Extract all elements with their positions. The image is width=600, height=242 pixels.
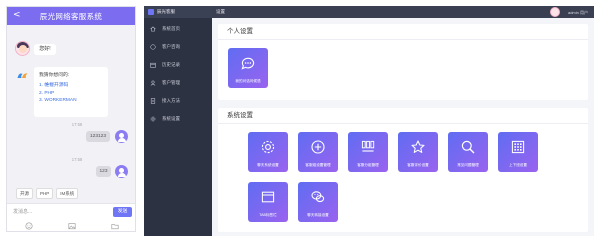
sidebar-item-label: 历史记录	[162, 62, 180, 67]
tile-label: 聊天系统设置	[257, 163, 279, 167]
sidebar-item-label: 系统首页	[162, 26, 180, 31]
sidebar-item-history[interactable]: 历史记录	[144, 58, 212, 72]
breadcrumb: 设置	[216, 9, 225, 14]
gear-icon	[261, 140, 275, 154]
question-bubble: 我猜你想问的: 1. 帷幄开源码 2. PHP 3. WORKERMAN	[34, 67, 108, 117]
message-timestamp: 17:58	[71, 122, 83, 127]
chat-icon	[150, 44, 156, 50]
sidebar-item-label: 接入方法	[162, 98, 180, 103]
tile-label: 客服组设置管理	[305, 163, 331, 167]
plus-circle-icon	[311, 140, 325, 154]
agent-avatar	[15, 41, 30, 56]
brand-name: 辰光客服	[157, 9, 175, 14]
question-prompt: 我猜你想问的:	[39, 73, 70, 78]
calendar-icon	[150, 62, 156, 68]
sidebar-item-customers[interactable]: 客户管理	[144, 76, 212, 90]
image-icon[interactable]	[68, 222, 76, 230]
personal-settings-card: 个人设置 我的对话问候语	[218, 24, 588, 100]
wechat-icon	[311, 191, 325, 203]
sidebar-item-label: 客户咨询	[162, 44, 180, 49]
document-icon	[150, 98, 156, 104]
chat-toolbar	[7, 218, 135, 231]
chevron-left-icon[interactable]: <	[13, 10, 21, 20]
question-option[interactable]: 2. PHP	[39, 91, 103, 96]
message-timestamp: 17:58	[71, 157, 83, 162]
sidebar-item-consult[interactable]: 客户咨询	[144, 40, 212, 54]
sidebar-item-settings[interactable]: 系统设置	[144, 112, 212, 126]
star-icon	[411, 140, 425, 153]
sidebar: 辰光客服 系统首页 客户咨询 历史记录 客户管理 接入方法 系统设置	[144, 6, 212, 236]
chat-title: 辰光网络客服系统	[39, 11, 103, 21]
question-option[interactable]: 3. WORKERMAN	[39, 98, 103, 103]
greeting-bubble: 您好!	[34, 44, 56, 55]
tile-greeting[interactable]: 我的对话问候语	[228, 48, 268, 88]
tile-label: 我的对话问候语	[235, 79, 261, 83]
user-icon	[150, 80, 156, 86]
quick-reply-chip[interactable]: 开源	[16, 188, 33, 199]
sidebar-brand: 辰光客服	[144, 6, 212, 18]
section-title: 系统设置	[218, 108, 588, 124]
sidebar-item-label: 客户管理	[162, 80, 180, 85]
tile-transfer-settings[interactable]: 聊天转接设置	[298, 182, 338, 222]
tile-label: 常见问题管理	[457, 163, 479, 167]
section-title: 个人设置	[218, 24, 588, 40]
tile-label: 上下班设置	[509, 163, 527, 167]
topbar: 设置 admin 用户	[212, 6, 594, 18]
tile-shift-settings[interactable]: 上下班设置	[498, 132, 538, 172]
chat-header: < 辰光网络客服系统	[7, 7, 135, 25]
tile-label: 聊天转接设置	[307, 213, 329, 217]
screenshot-frame: < 辰光网络客服系统 您好! 我猜你想问的: 1. 帷幄开源码 2. PHP 3…	[0, 0, 600, 242]
sidebar-item-label: 系统设置	[162, 116, 180, 121]
emoji-icon[interactable]	[25, 221, 33, 230]
admin-panel: 辰光客服 系统首页 客户咨询 历史记录 客户管理 接入方法 系统设置 设置 ad…	[144, 6, 594, 236]
system-settings-card: 系统设置 聊天系统设置 客服组设置管理 客服分组管理 客服评价设置 常见问题管理…	[218, 108, 588, 232]
sidebar-item-home[interactable]: 系统首页	[144, 22, 212, 36]
main-content: 个人设置 我的对话问候语 系统设置 聊天系统设置 客服组设置管理 客服分组管理 …	[212, 18, 594, 236]
tile-label: 客服评价设置	[407, 163, 429, 167]
message-input-bar: 发消息... 发送	[7, 203, 135, 218]
chat-panel: < 辰光网络客服系统 您好! 我猜你想问的: 1. 帷幄开源码 2. PHP 3…	[6, 6, 136, 232]
tile-tab-bar[interactable]: TAB标签栏	[248, 182, 288, 222]
brand-logo-icon	[148, 9, 154, 15]
question-option[interactable]: 1. 帷幄开源码	[39, 81, 103, 88]
quick-replies: 开源 PHP IM系统	[16, 188, 79, 199]
window-icon	[261, 191, 275, 203]
user-avatar	[115, 130, 128, 143]
tile-label: 客服分组管理	[357, 163, 379, 167]
chat-dots-icon	[241, 57, 255, 70]
magnifier-icon	[461, 140, 475, 154]
sidebar-item-integration[interactable]: 接入方法	[144, 94, 212, 108]
user-message: 123123	[86, 131, 110, 142]
message-input[interactable]: 发消息...	[13, 208, 32, 215]
user-message: 123	[96, 166, 111, 177]
send-button[interactable]: 发送	[113, 206, 132, 217]
tile-group-manage[interactable]: 客服分组管理	[348, 132, 388, 172]
tile-label: TAB标签栏	[259, 213, 277, 217]
folder-icon[interactable]	[111, 222, 119, 230]
calendar-grid-icon	[511, 140, 525, 154]
grid-bars-icon	[361, 140, 375, 152]
gear-icon	[150, 116, 156, 122]
home-icon	[150, 26, 156, 32]
user-avatar	[115, 165, 128, 178]
admin-user-name[interactable]: admin 用户	[568, 10, 588, 16]
quick-reply-chip[interactable]: IM系统	[56, 188, 79, 199]
bot-logo-icon	[17, 73, 28, 78]
tile-chat-settings[interactable]: 聊天系统设置	[248, 132, 288, 172]
tile-faq[interactable]: 常见问题管理	[448, 132, 488, 172]
quick-reply-chip[interactable]: PHP	[36, 188, 54, 199]
tile-group-settings[interactable]: 客服组设置管理	[298, 132, 338, 172]
tile-rating-settings[interactable]: 客服评价设置	[398, 132, 438, 172]
admin-avatar[interactable]	[550, 7, 560, 17]
